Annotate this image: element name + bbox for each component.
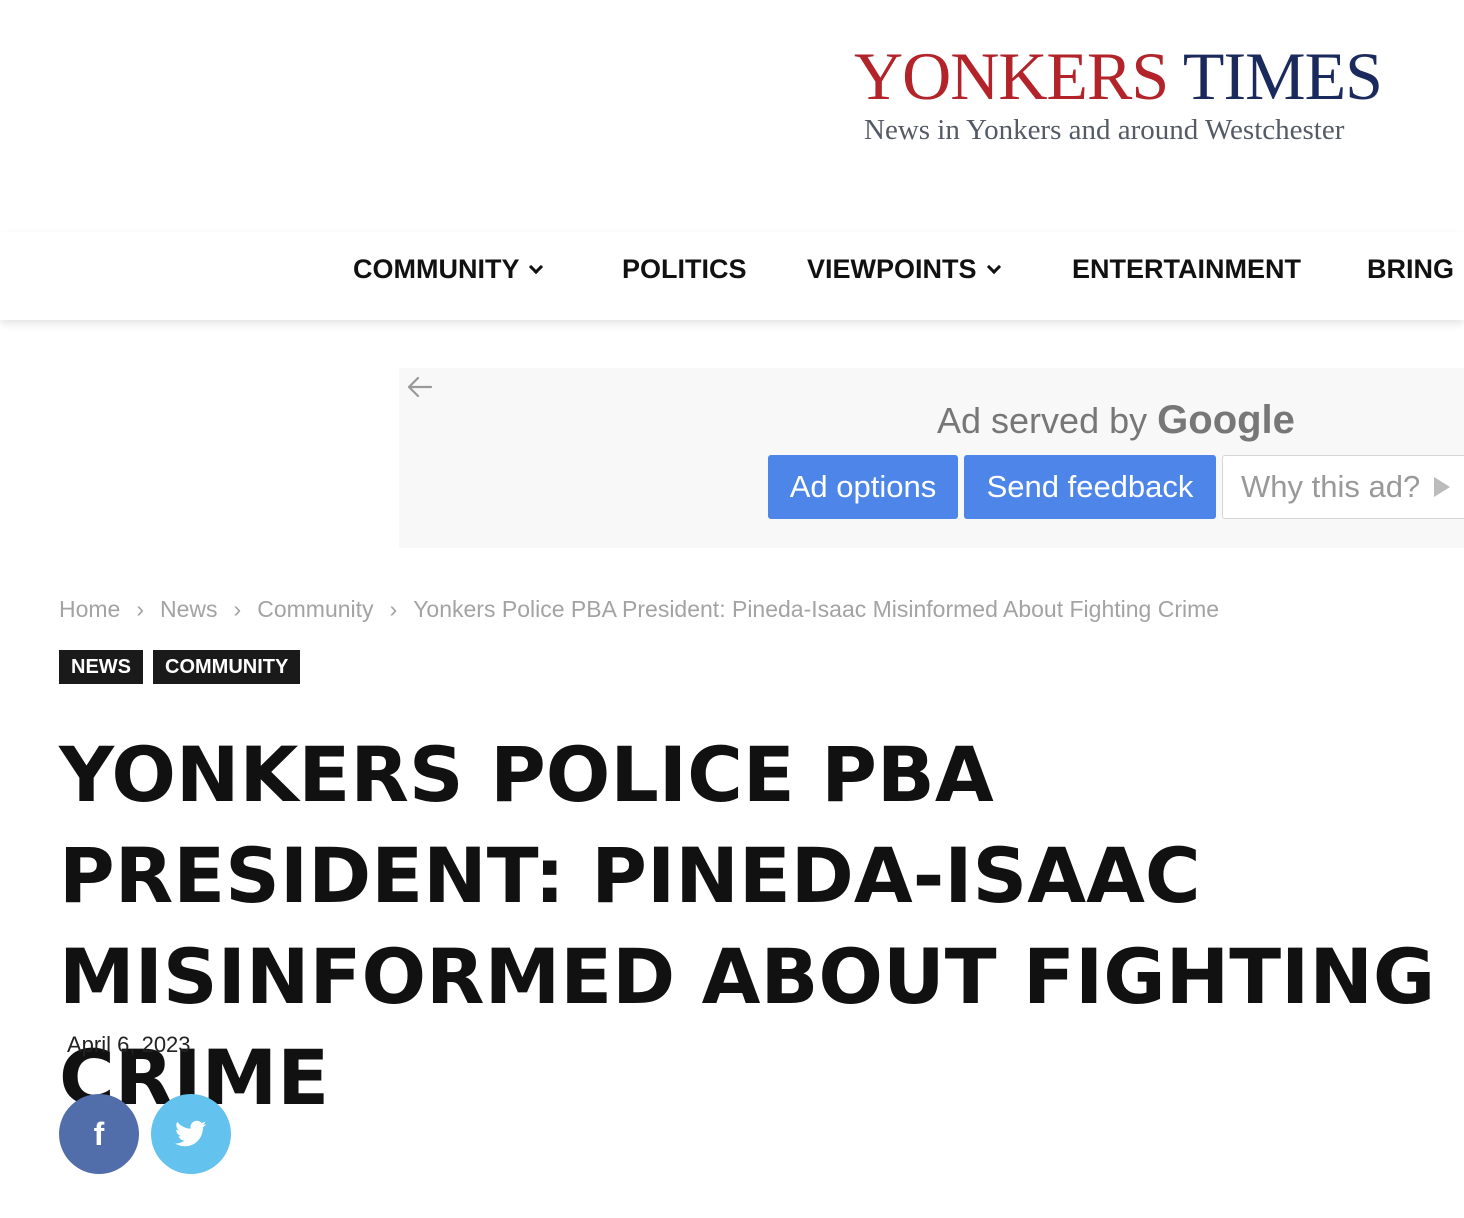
adchoices-icon xyxy=(1434,477,1451,497)
breadcrumb: Home › News › Community › Yonkers Police… xyxy=(59,596,1219,623)
ad-container: Ad served by Google Ad options Send feed… xyxy=(399,368,1464,548)
page: YONKERS TIMES News in Yonkers and around… xyxy=(0,0,1464,1218)
facebook-share-button[interactable]: f xyxy=(59,1094,139,1174)
back-arrow-svg xyxy=(407,376,433,398)
breadcrumb-home[interactable]: Home xyxy=(59,596,120,623)
breadcrumb-separator: › xyxy=(389,596,398,622)
nav-item-label: ENTERTAINMENT xyxy=(1072,254,1301,284)
nav-item-community[interactable]: COMMUNITY xyxy=(353,254,544,285)
logo-word-times: TIMES xyxy=(1182,38,1383,114)
ad-served-prefix: Ad served by xyxy=(937,400,1148,441)
twitter-share-button[interactable] xyxy=(151,1094,231,1174)
chevron-down-icon xyxy=(529,259,544,274)
why-this-ad-button[interactable]: Why this ad? xyxy=(1222,455,1464,519)
nav-item-label: VIEWPOINTS xyxy=(807,254,977,284)
ad-served-by: Ad served by Google xyxy=(937,398,1295,443)
breadcrumb-news[interactable]: News xyxy=(160,596,218,623)
logo-word-yonkers: YONKERS xyxy=(854,38,1169,114)
nav-item-label: POLITICS xyxy=(622,254,747,284)
facebook-icon: f xyxy=(93,1115,105,1152)
send-feedback-button[interactable]: Send feedback xyxy=(964,455,1216,519)
article-date: April 6, 2023 xyxy=(67,1032,191,1057)
why-this-ad-label: Why this ad? xyxy=(1241,469,1421,504)
logo-tagline: News in Yonkers and around Westchester xyxy=(864,114,1345,146)
nav-item-viewpoints[interactable]: VIEWPOINTS xyxy=(807,254,1001,285)
breadcrumb-community[interactable]: Community xyxy=(257,596,373,623)
main-nav: COMMUNITY POLITICS VIEWPOINTS ENTERTAINM… xyxy=(0,232,1464,320)
twitter-icon xyxy=(175,1120,207,1147)
google-logo: Google xyxy=(1157,398,1295,442)
nav-item-entertainment[interactable]: ENTERTAINMENT xyxy=(1072,254,1301,285)
nav-item-politics[interactable]: POLITICS xyxy=(622,254,747,285)
nav-item-bring[interactable]: BRING xyxy=(1367,254,1454,285)
breadcrumb-separator: › xyxy=(136,596,145,622)
logo-wordmark: YONKERS TIMES xyxy=(854,40,1414,112)
site-logo[interactable]: YONKERS TIMES News in Yonkers and around… xyxy=(854,40,1414,147)
breadcrumb-separator: › xyxy=(233,596,242,622)
tag-news[interactable]: NEWS xyxy=(59,650,143,684)
back-arrow-icon[interactable] xyxy=(407,374,433,405)
breadcrumb-current: Yonkers Police PBA President: Pineda-Isa… xyxy=(413,596,1220,622)
share-buttons: f xyxy=(59,1094,231,1174)
chevron-down-icon xyxy=(986,259,1001,274)
tag-community[interactable]: COMMUNITY xyxy=(153,650,301,684)
ad-options-button[interactable]: Ad options xyxy=(768,455,958,519)
nav-item-label: COMMUNITY xyxy=(353,254,520,284)
nav-item-label: BRING xyxy=(1367,254,1454,284)
category-tags: NEWS COMMUNITY xyxy=(59,650,301,684)
article-title: YONKERS POLICE PBA PRESIDENT: PINEDA-ISA… xyxy=(59,730,1436,1122)
